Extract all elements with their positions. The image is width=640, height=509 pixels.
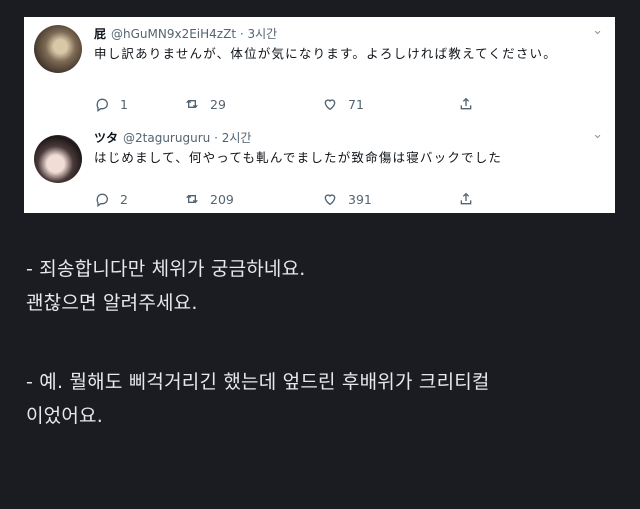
retweet-count: 29	[210, 96, 226, 112]
tweet-actions: 2 209 391	[94, 191, 564, 209]
reply-button[interactable]: 1	[94, 96, 128, 112]
retweet-icon	[186, 99, 198, 109]
retweet-icon	[186, 194, 198, 204]
display-name[interactable]: 屁	[94, 27, 106, 41]
reply-icon	[96, 98, 108, 112]
handle[interactable]: @hGuMN9x2EiH4zZt	[111, 27, 236, 41]
tweet-text: はじめまして、何やっても軋んでましたが致命傷は寝バックでした	[94, 150, 503, 165]
tweet-header: ツタ @2taguruguru · 2시간	[94, 129, 251, 146]
reply-icon	[96, 193, 108, 207]
like-button[interactable]: 71	[322, 96, 364, 112]
tweet-screenshot-card: 屁 @hGuMN9x2EiH4zZt · 3시간 ⌄ 申し訳ありませんが、体位が気…	[24, 17, 615, 213]
post-line: 이었어요.	[26, 405, 103, 427]
tweet[interactable]: 屁 @hGuMN9x2EiH4zZt · 3시간 ⌄ 申し訳ありませんが、体位が気…	[24, 17, 615, 125]
display-name[interactable]: ツタ	[94, 131, 118, 145]
retweet-count: 209	[210, 191, 234, 207]
post-line: - 예. 뭘해도 삐걱거리긴 했는데 엎드린 후배위가 크리티컬	[26, 371, 490, 393]
retweet-button[interactable]: 29	[184, 96, 226, 112]
heart-icon	[324, 194, 336, 206]
chevron-down-icon[interactable]: ⌄	[592, 127, 603, 142]
reply-count: 1	[120, 96, 128, 112]
timestamp[interactable]: · 2시간	[214, 131, 251, 145]
chevron-down-icon[interactable]: ⌄	[592, 23, 603, 38]
handle[interactable]: @2taguruguru	[123, 131, 210, 145]
post-line: 괜찮으면 알려주세요.	[26, 292, 198, 314]
like-button[interactable]: 391	[322, 191, 372, 207]
share-button[interactable]	[458, 96, 484, 112]
avatar[interactable]	[34, 135, 82, 183]
tweet[interactable]: ツタ @2taguruguru · 2시간 ⌄ はじめまして、何やっても軋んでまし…	[24, 125, 615, 213]
post-paragraph: - 예. 뭘해도 삐걱거리긴 했는데 엎드린 후배위가 크리티컬 이었어요.	[26, 365, 490, 433]
tweet-header: 屁 @hGuMN9x2EiH4zZt · 3시간	[94, 25, 277, 42]
post-paragraph: - 죄송합니다만 체위가 궁금하네요. 괜찮으면 알려주세요.	[26, 252, 306, 320]
share-button[interactable]	[458, 191, 484, 207]
tweet-actions: 1 29 71	[94, 96, 564, 114]
like-count: 391	[348, 191, 372, 207]
share-icon	[460, 192, 472, 205]
post-line: - 죄송합니다만 체위가 궁금하네요.	[26, 258, 306, 280]
like-count: 71	[348, 96, 364, 112]
retweet-button[interactable]: 209	[184, 191, 234, 207]
heart-icon	[324, 99, 336, 111]
timestamp[interactable]: · 3시간	[240, 27, 277, 41]
reply-button[interactable]: 2	[94, 191, 128, 207]
reply-count: 2	[120, 191, 128, 207]
share-icon	[460, 97, 472, 110]
tweet-text: 申し訳ありませんが、体位が気になります。よろしければ教えてください。	[94, 46, 557, 61]
avatar[interactable]	[34, 25, 82, 73]
